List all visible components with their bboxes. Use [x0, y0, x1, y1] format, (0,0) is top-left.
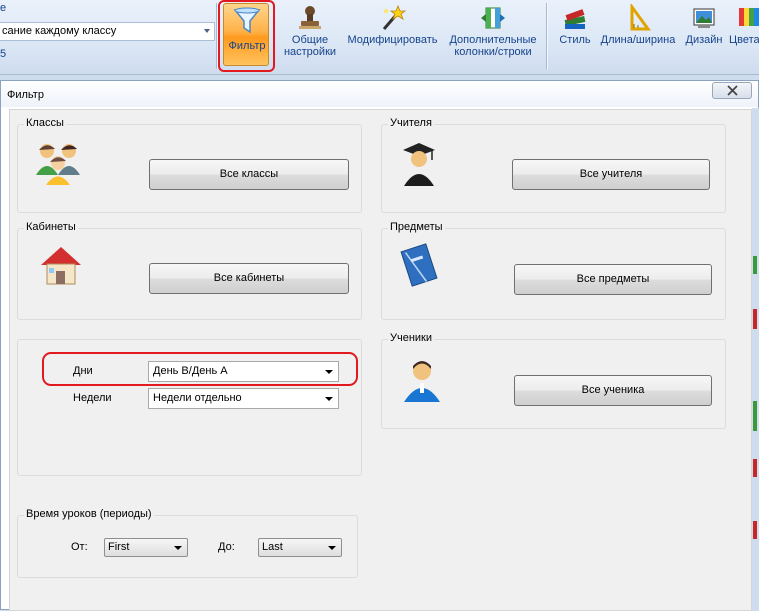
all-teachers-button[interactable]: Все учителя [512, 159, 710, 190]
modify-button[interactable]: Модифицировать [343, 2, 442, 68]
student-icon [404, 361, 440, 402]
all-classes-button[interactable]: Все классы [149, 159, 349, 190]
magic-wand-icon [382, 4, 406, 30]
periods-group: Время уроков (периоды) От: First До: Las… [17, 508, 358, 578]
colors-button[interactable]: Цвета [729, 2, 759, 68]
picture-icon [693, 8, 715, 28]
schedule-view-combo[interactable]: сание каждому классу [0, 22, 215, 41]
style-button[interactable]: Стиль [555, 2, 595, 68]
ribbon-separator [546, 3, 547, 69]
all-subjects-button[interactable]: Все предметы [514, 264, 712, 295]
teachers-group: Учителя Все учителя [381, 117, 726, 213]
edge-marker [753, 459, 757, 477]
notebook-icon [400, 243, 438, 287]
from-label: От: [71, 541, 88, 553]
classes-group: Классы Все классы [17, 117, 362, 213]
to-period-select[interactable]: Last [258, 538, 342, 557]
teacher-graduate-icon [403, 143, 435, 186]
length-width-button[interactable]: Длина/ширина [596, 2, 680, 68]
schedule-view-combo-value: сание каждому классу [2, 25, 117, 37]
highlight-frame-days [42, 352, 358, 386]
chevron-down-icon [325, 397, 333, 401]
students-group: Ученики Все ученика [381, 332, 726, 429]
chevron-down-icon [204, 29, 210, 33]
classes-caption: Классы [24, 117, 66, 129]
group-users-icon [36, 144, 80, 185]
additional-rows-columns-button[interactable]: Дополнительные колонки/строки [445, 2, 541, 68]
additional-rows-columns-label-1: Дополнительные [449, 34, 537, 46]
close-button[interactable] [712, 82, 752, 99]
highlight-frame-filter [218, 0, 275, 72]
general-settings-button[interactable]: Общие настройки [280, 2, 340, 68]
students-caption: Ученики [388, 332, 435, 344]
rooms-group: Кабинеты Все кабинеты [17, 221, 362, 320]
design-label: Дизайн [685, 34, 723, 46]
to-period-value: Last [262, 541, 283, 553]
weeks-select-value: Недели отдельно [153, 392, 242, 404]
edge-marker [753, 256, 757, 274]
stamp-icon [299, 6, 321, 29]
weeks-label: Недели [73, 392, 112, 404]
style-label: Стиль [559, 34, 591, 46]
weeks-select[interactable]: Недели отдельно [148, 388, 339, 409]
close-icon [727, 85, 738, 96]
colors-label: Цвета [729, 34, 759, 46]
palette-icon [739, 8, 759, 26]
books-icon [564, 9, 586, 29]
edge-marker [753, 309, 757, 329]
additional-rows-columns-label-2: колонки/строки [454, 46, 532, 58]
teachers-caption: Учителя [388, 117, 434, 129]
ribbon-number: 5 [0, 48, 7, 60]
edge-marker [753, 521, 757, 539]
to-label: До: [218, 541, 235, 553]
filter-dialog: Фильтр Классы Все классы Учителя Все учи… [0, 80, 759, 611]
general-settings-label-2: настройки [283, 46, 337, 58]
dialog-title: Фильтр [1, 81, 758, 107]
house-icon [41, 247, 81, 285]
chevron-down-icon [174, 546, 182, 550]
ribbon: е сание каждому классу 5 Фильтр Общие на… [0, 0, 759, 75]
table-columns-icon [481, 7, 505, 29]
ribbon-left-label: е [0, 2, 7, 14]
all-rooms-button[interactable]: Все кабинеты [149, 263, 349, 294]
from-period-select[interactable]: First [104, 538, 188, 557]
all-students-button[interactable]: Все ученика [514, 375, 712, 406]
chevron-down-icon [328, 546, 336, 550]
periods-caption: Время уроков (периоды) [24, 508, 154, 520]
subjects-caption: Предметы [388, 221, 445, 233]
ruler-triangle-icon [630, 4, 651, 31]
subjects-group: Предметы Все предметы [381, 221, 726, 320]
edge-marker [753, 401, 757, 431]
design-button[interactable]: Дизайн [682, 2, 726, 68]
ribbon-separator [216, 3, 217, 69]
rooms-caption: Кабинеты [24, 221, 78, 233]
general-settings-label-1: Общие [291, 34, 329, 46]
from-period-value: First [108, 541, 130, 553]
length-width-label: Длина/ширина [600, 34, 676, 46]
modify-label: Модифицировать [347, 34, 438, 46]
